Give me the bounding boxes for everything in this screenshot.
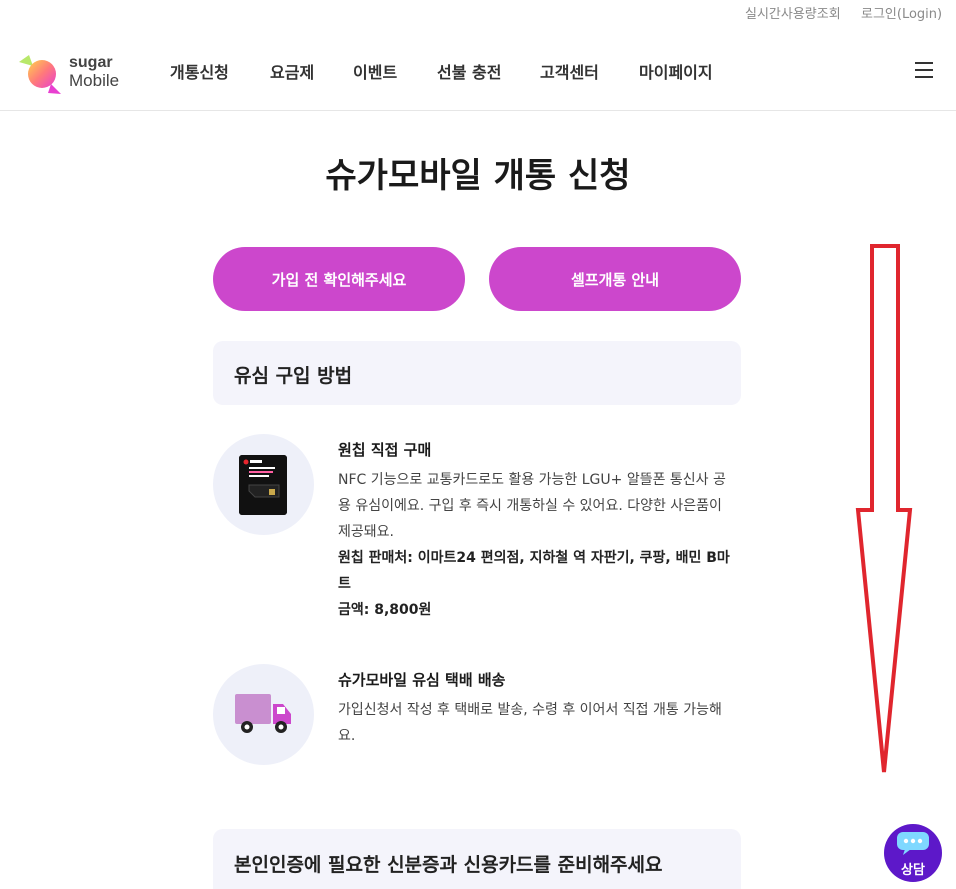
chat-label: 상담 <box>901 863 925 878</box>
item-title-onechip: 원칩 직접 구매 <box>338 441 432 459</box>
onechip-price: 금액: 8,800원 <box>338 602 432 618</box>
item-title-delivery: 슈가모바일 유심 택배 배송 <box>338 671 506 689</box>
chat-bubble-icon <box>897 832 929 855</box>
check-before-signup-button[interactable]: 가입 전 확인해주세요 <box>213 247 465 311</box>
item-desc-delivery: 가입신청서 작성 후 택배로 발송, 수령 후 이어서 직접 개통 가능해요. <box>338 702 722 744</box>
utility-bar: 실시간사용량조회 로그인(Login) <box>0 0 956 24</box>
item-desc-onechip: NFC 기능으로 교통카드로도 활용 가능한 LGU+ 알뜰폰 통신사 공용 유… <box>338 467 738 623</box>
nav-item-mypage[interactable]: 마이페이지 <box>639 59 713 83</box>
nav-item-prepaid-charge[interactable]: 선불 충전 <box>437 59 501 83</box>
nav-item-plans[interactable]: 요금제 <box>270 59 314 83</box>
nav-item-customer-center[interactable]: 고객센터 <box>540 59 599 83</box>
hamburger-icon[interactable] <box>913 62 935 80</box>
id-prepare-heading: 본인인증에 필요한 신분증과 신용카드를 준비해주세요 <box>234 854 663 876</box>
onechip-sellers: 원칩 판매처: 이마트24 편의점, 지하철 역 자판기, 쿠팡, 배민 B마트 <box>338 550 730 592</box>
down-arrow-icon <box>855 244 913 773</box>
usim-purchase-section-header: 유심 구입 방법 <box>213 341 741 405</box>
page-title: 슈가모바일 개통 신청 <box>325 156 631 196</box>
truck-icon <box>235 694 291 733</box>
realtime-usage-link[interactable]: 실시간사용량조회 <box>745 3 841 22</box>
self-activation-guide-button[interactable]: 셀프개통 안내 <box>489 247 741 311</box>
nav-item-activation[interactable]: 개통신청 <box>170 59 229 83</box>
usim-purchase-heading: 유심 구입 방법 <box>234 365 353 387</box>
truck-icon-circle <box>213 664 314 765</box>
sim-card-icon-circle <box>213 434 314 535</box>
site-header: sugar Mobile 개통신청 요금제 이벤트 선불 충전 고객센터 마이페… <box>0 30 956 111</box>
sim-card-icon <box>239 455 287 515</box>
main-nav: 개통신청 요금제 이벤트 선불 충전 고객센터 마이페이지 <box>0 59 760 83</box>
onechip-description: NFC 기능으로 교통카드로도 활용 가능한 LGU+ 알뜰폰 통신사 공용 유… <box>338 472 726 540</box>
login-link[interactable]: 로그인(Login) <box>861 3 942 22</box>
id-prepare-section-header: 본인인증에 필요한 신분증과 신용카드를 준비해주세요 <box>213 829 741 889</box>
chat-consult-button[interactable]: 상담 <box>884 824 942 882</box>
nav-item-events[interactable]: 이벤트 <box>353 59 397 83</box>
